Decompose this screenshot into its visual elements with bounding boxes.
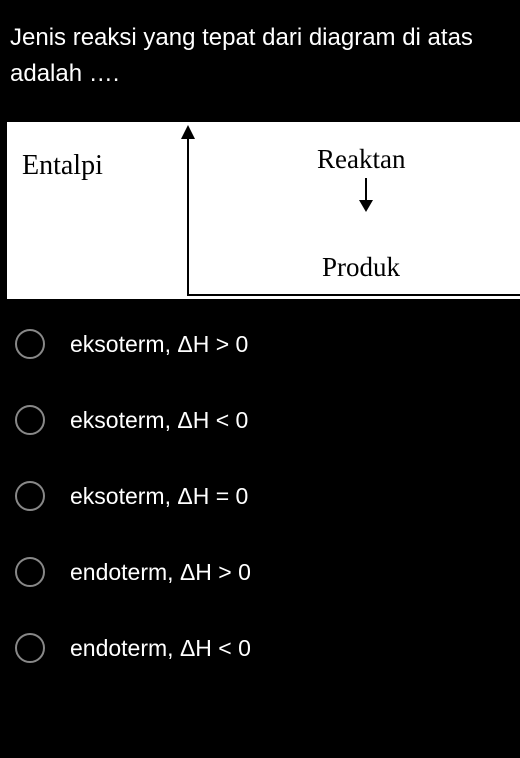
y-axis-label: Entalpi <box>22 150 103 182</box>
option-label: eksoterm, ΔH < 0 <box>70 407 248 434</box>
radio-icon[interactable] <box>15 633 45 663</box>
enthalpy-diagram: Entalpi Reaktan Produk <box>7 122 520 299</box>
radio-icon[interactable] <box>15 329 45 359</box>
option-1[interactable]: eksoterm, ΔH > 0 <box>15 329 510 359</box>
y-axis-line <box>187 132 189 296</box>
option-label: endoterm, ΔH > 0 <box>70 559 251 586</box>
option-label: eksoterm, ΔH = 0 <box>70 483 248 510</box>
option-label: endoterm, ΔH < 0 <box>70 635 251 662</box>
option-3[interactable]: eksoterm, ΔH = 0 <box>15 481 510 511</box>
x-axis-line <box>187 294 520 296</box>
option-4[interactable]: endoterm, ΔH > 0 <box>15 557 510 587</box>
radio-icon[interactable] <box>15 557 45 587</box>
radio-icon[interactable] <box>15 405 45 435</box>
product-label: Produk <box>322 252 400 283</box>
option-2[interactable]: eksoterm, ΔH < 0 <box>15 405 510 435</box>
options-list: eksoterm, ΔH > 0 eksoterm, ΔH < 0 eksote… <box>0 299 520 663</box>
option-5[interactable]: endoterm, ΔH < 0 <box>15 633 510 663</box>
reactant-label: Reaktan <box>317 144 405 175</box>
radio-icon[interactable] <box>15 481 45 511</box>
down-arrow-icon <box>359 200 373 212</box>
option-label: eksoterm, ΔH > 0 <box>70 331 248 358</box>
question-text: Jenis reaksi yang tepat dari diagram di … <box>0 0 520 122</box>
